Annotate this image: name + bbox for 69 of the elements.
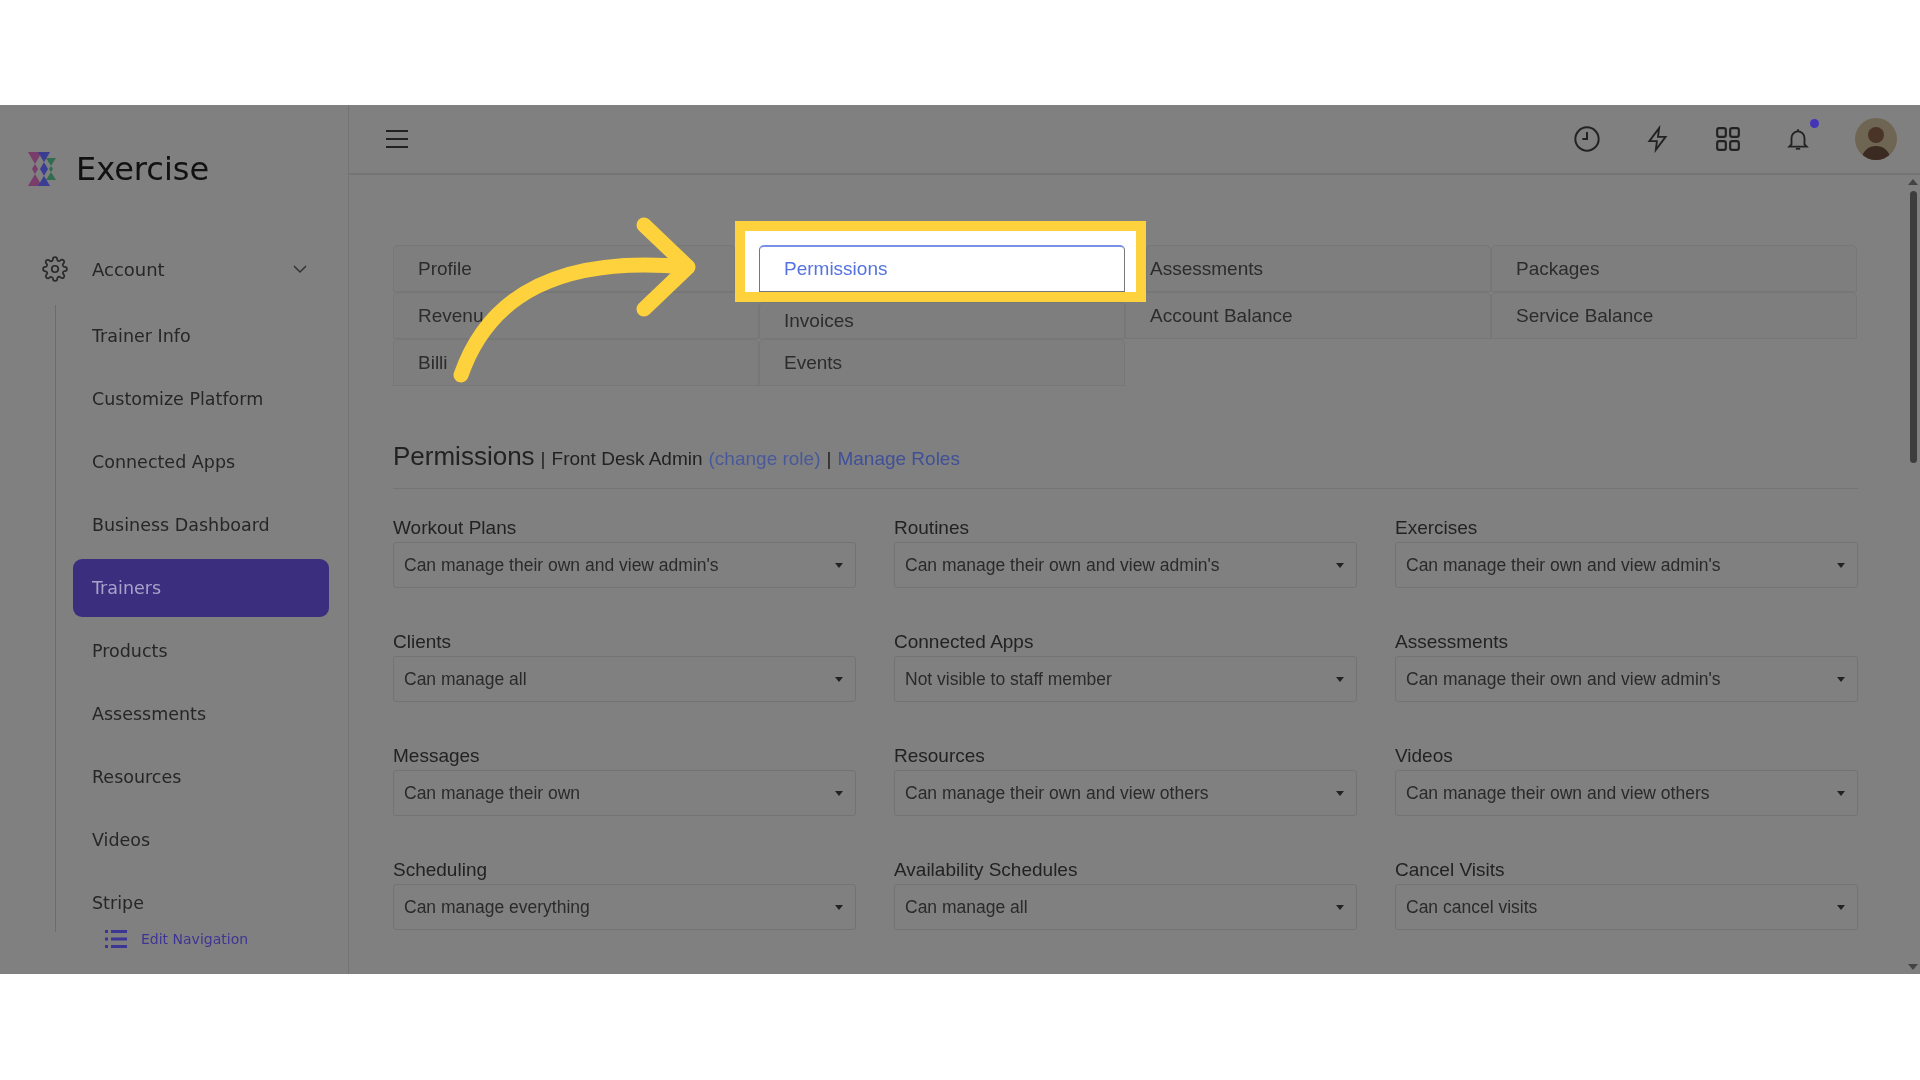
tab[interactable]: Revenu <box>393 292 759 339</box>
sidebar-item[interactable]: Customize Platform <box>73 370 329 428</box>
dropdown-caret-icon <box>1336 562 1344 568</box>
sidebar-item[interactable]: Resources <box>73 748 329 806</box>
field-label: Videos <box>1395 745 1454 767</box>
permission-select[interactable]: Not visible to staff member <box>894 656 1357 702</box>
separator: | <box>826 448 832 470</box>
dropdown-caret-icon <box>1837 676 1845 682</box>
permission-select[interactable]: Can manage their own <box>393 770 856 816</box>
field-label: Cancel Visits <box>1395 859 1506 881</box>
field-label: Resources <box>894 745 986 767</box>
dropdown-caret-icon <box>1336 676 1344 682</box>
tab[interactable]: Events <box>759 339 1125 386</box>
avatar-icon[interactable] <box>1855 118 1897 160</box>
dropdown-caret-icon <box>1336 904 1344 910</box>
sidebar-item[interactable]: Products <box>73 622 329 680</box>
dropdown-caret-icon <box>835 676 843 682</box>
menu-icon[interactable] <box>385 129 409 149</box>
permission-select[interactable]: Can manage all <box>393 656 856 702</box>
clock-icon[interactable] <box>1573 125 1601 153</box>
permissions-title: Permissions <box>393 441 535 472</box>
field-label: Connected Apps <box>894 631 1035 653</box>
sidebar-item[interactable]: Business Dashboard <box>73 496 329 554</box>
list-icon <box>105 930 127 948</box>
dropdown-caret-icon <box>1837 904 1845 910</box>
field-label: Assessments <box>1395 631 1509 653</box>
edit-navigation-link[interactable]: Edit Navigation <box>141 931 249 947</box>
dropdown-caret-icon <box>835 790 843 796</box>
dropdown-caret-icon <box>835 562 843 568</box>
permission-select[interactable]: Can manage all <box>894 884 1357 930</box>
field-label: Exercises <box>1395 517 1479 539</box>
permission-select[interactable]: Can manage their own and view admin's <box>393 542 856 588</box>
field-label: Availability Schedules <box>894 859 1079 881</box>
permission-select[interactable]: Can manage their own and view admin's <box>1395 542 1858 588</box>
separator: | <box>540 448 546 470</box>
permission-select[interactable]: Can manage their own and view admin's <box>1395 656 1858 702</box>
permission-select[interactable]: Can manage their own and view others <box>894 770 1357 816</box>
role-name: Front Desk Admin <box>551 448 703 470</box>
permission-select[interactable]: Can manage everything <box>393 884 856 930</box>
sidebar-item[interactable]: Trainers <box>73 559 329 617</box>
field-label: Workout Plans <box>393 517 518 539</box>
brand-name: Exercise <box>76 150 210 188</box>
dropdown-caret-icon <box>1837 790 1845 796</box>
field-label: Scheduling <box>393 859 489 881</box>
account-menu[interactable]: Account <box>92 258 292 280</box>
sidebar-item[interactable]: Stripe <box>73 874 329 932</box>
tab[interactable]: Billi <box>393 339 759 386</box>
tab[interactable]: Permissions <box>759 245 1125 292</box>
tab[interactable]: Account Balance <box>1125 292 1491 339</box>
tab[interactable]: Service Balance <box>1491 292 1857 339</box>
permission-select[interactable]: Can cancel visits <box>1395 884 1858 930</box>
field-label: Routines <box>894 517 970 539</box>
dropdown-caret-icon <box>1336 790 1344 796</box>
tab[interactable]: Invoices <box>759 302 1125 339</box>
field-label: Clients <box>393 631 453 653</box>
sidebar-item[interactable]: Connected Apps <box>73 433 329 491</box>
field-label: Messages <box>393 745 481 767</box>
dropdown-caret-icon <box>835 904 843 910</box>
sidebar-item[interactable]: Videos <box>73 811 329 869</box>
tab[interactable]: Packages <box>1491 245 1857 292</box>
sidebar-item[interactable]: Trainer Info <box>73 307 329 365</box>
settings-icon <box>42 256 68 282</box>
sidebar-item[interactable]: Assessments <box>73 685 329 743</box>
manage-roles-link[interactable]: Manage Roles <box>837 448 960 470</box>
permission-select[interactable]: Can manage their own and view others <box>1395 770 1858 816</box>
tab[interactable]: Assessments <box>1146 245 1491 292</box>
permission-select[interactable]: Can manage their own and view admin's <box>894 542 1357 588</box>
dropdown-caret-icon <box>1837 562 1845 568</box>
grid-icon[interactable] <box>1715 126 1741 152</box>
